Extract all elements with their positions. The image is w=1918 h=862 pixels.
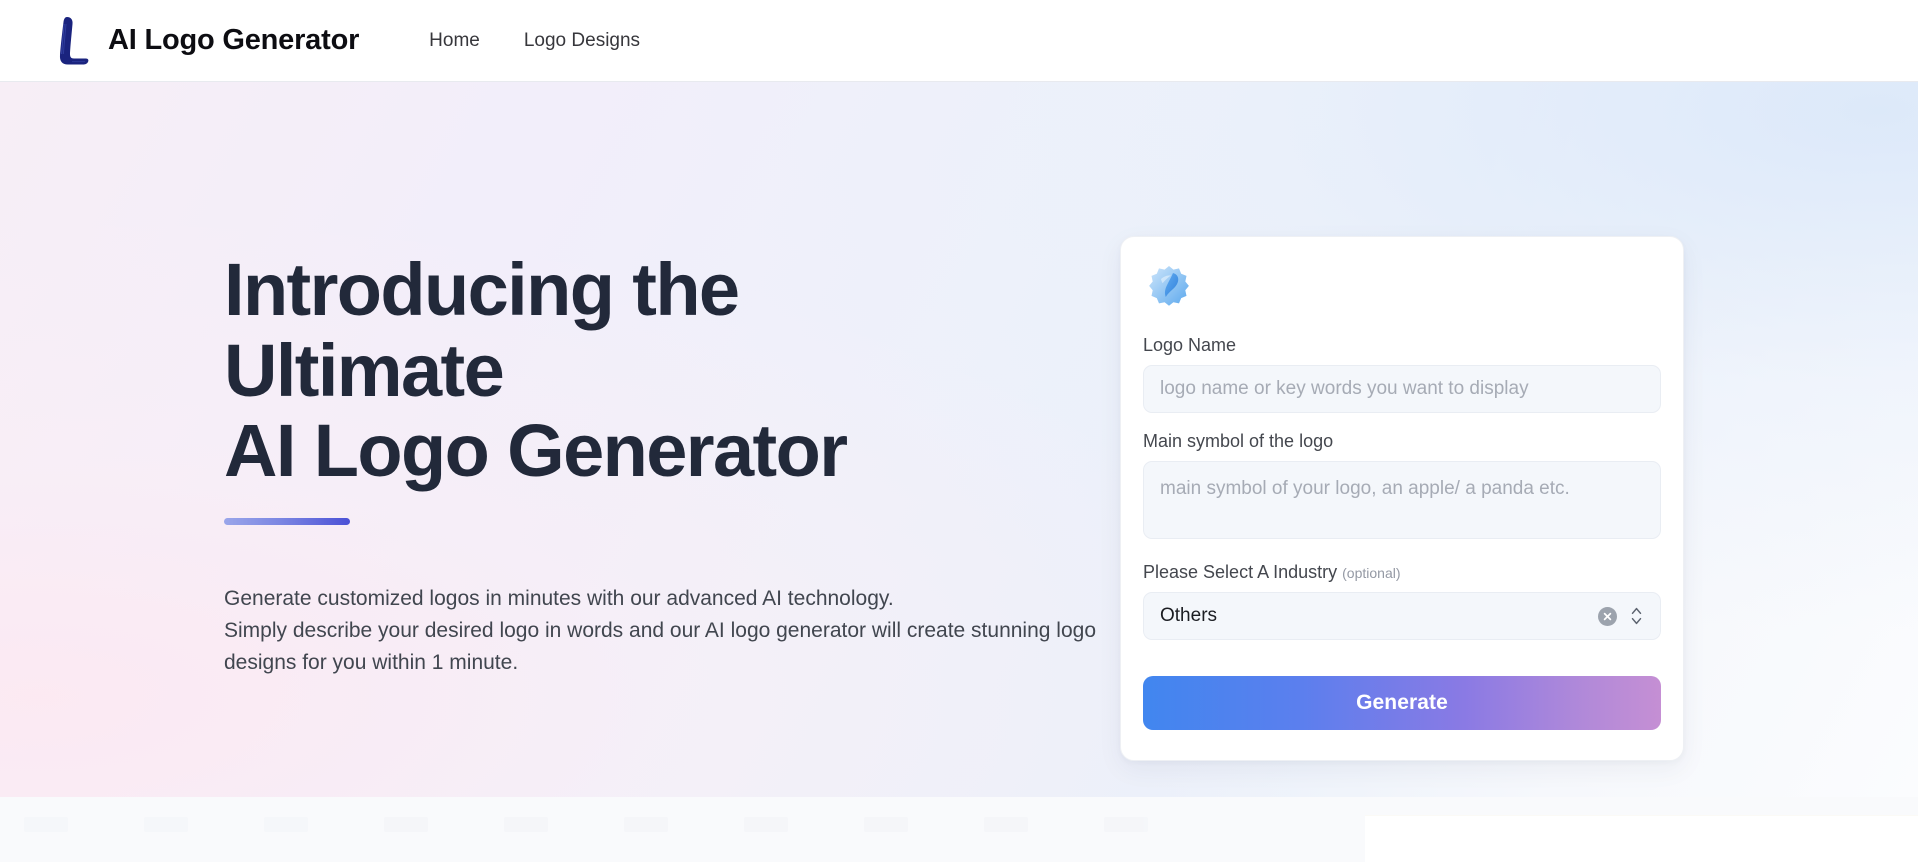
placeholder-chip (744, 817, 788, 832)
logo-name-label: Logo Name (1143, 335, 1237, 355)
brand-name: AI Logo Generator (108, 24, 360, 56)
placeholder-chip (24, 817, 68, 832)
bottom-band-placeholder-row (24, 817, 1344, 841)
blue-blob-logo-icon (1143, 263, 1661, 315)
hero-text-column: Introducing the Ultimate AI Logo Generat… (0, 82, 1120, 679)
stylized-l-logo-icon (50, 14, 92, 68)
site-header: AI Logo Generator Home Logo Designs (0, 0, 1918, 82)
hero-description-line-2: Simply describe your desired logo in wor… (224, 618, 1096, 642)
main-symbol-label: Main symbol of the logo (1143, 431, 1334, 451)
placeholder-chip (264, 817, 308, 832)
nav-link-home[interactable]: Home (407, 22, 502, 60)
page-title: Introducing the Ultimate AI Logo Generat… (224, 248, 984, 493)
headline-line-3: AI Logo Generator (224, 409, 848, 493)
industry-label-text: Please Select A Industry (1143, 562, 1338, 582)
page-root: AI Logo Generator Home Logo Designs Intr… (0, 0, 1918, 862)
hero-description-line-3: designs for you within 1 minute. (224, 650, 519, 674)
main-nav: Home Logo Designs (407, 22, 662, 60)
industry-label: Please Select A Industry (optional) (1143, 562, 1661, 583)
placeholder-chip (1104, 817, 1148, 832)
placeholder-chip (624, 817, 668, 832)
industry-optional-note: (optional) (1342, 565, 1401, 581)
main-symbol-textarea[interactable] (1143, 461, 1661, 539)
placeholder-chip (984, 817, 1028, 832)
placeholder-chip (504, 817, 548, 832)
clear-circle-x-icon[interactable] (1598, 606, 1617, 626)
nav-link-logo-designs[interactable]: Logo Designs (502, 22, 662, 60)
generate-button[interactable]: Generate (1143, 676, 1661, 730)
headline-line-2: Ultimate (224, 328, 505, 412)
hero-description-line-1: Generate customized logos in minutes wit… (224, 586, 894, 610)
placeholder-chip (384, 817, 428, 832)
brand-logo-link[interactable]: AI Logo Generator (50, 14, 359, 68)
field-group-main-symbol: Main symbol of the logo (1143, 431, 1661, 544)
bottom-band (0, 797, 1918, 862)
chevron-up-down-icon[interactable] (1628, 603, 1644, 629)
headline-line-1: Introducing the (224, 248, 740, 331)
field-group-logo-name: Logo Name (1143, 335, 1661, 413)
industry-selected-value: Others (1160, 605, 1218, 626)
bottom-band-white-panel (1365, 815, 1918, 862)
placeholder-chip (144, 817, 188, 832)
field-group-industry: Please Select A Industry (optional) Othe… (1143, 562, 1661, 640)
headline-accent-rule (224, 517, 350, 525)
hero-description: Generate customized logos in minutes wit… (224, 583, 1104, 679)
placeholder-chip (864, 817, 908, 832)
hero-section: Introducing the Ultimate AI Logo Generat… (0, 82, 1918, 797)
industry-select[interactable]: Others (1143, 592, 1661, 640)
logo-name-input[interactable] (1143, 365, 1661, 413)
logo-generator-form-card: Logo Name Main symbol of the logo Please… (1120, 236, 1684, 761)
